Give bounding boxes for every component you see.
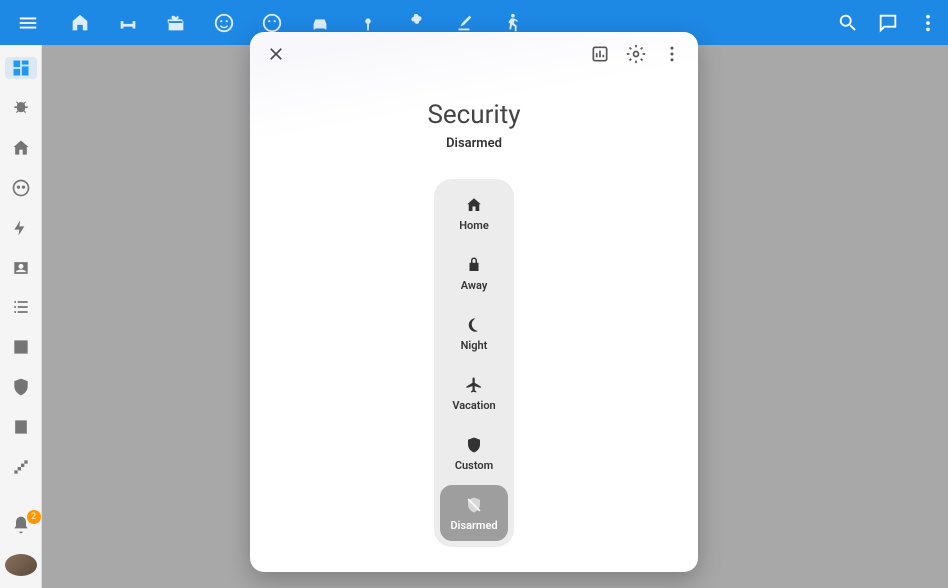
header-actions — [836, 11, 940, 35]
security-dialog: Security Disarmed Home Away Night Vacati… — [250, 32, 698, 572]
sidebar-house[interactable] — [5, 137, 37, 159]
mode-label: Disarmed — [450, 519, 497, 532]
sidebar-notifications[interactable]: 2 — [5, 514, 37, 536]
mode-vacation[interactable]: Vacation — [440, 365, 508, 421]
close-button[interactable] — [264, 42, 288, 66]
dialog-more-button[interactable] — [660, 42, 684, 66]
lock-icon — [464, 255, 484, 275]
tab-gift[interactable] — [164, 11, 188, 35]
more-button[interactable] — [916, 11, 940, 35]
mode-selector: Home Away Night Vacation Custom Disarmed — [434, 179, 514, 547]
mode-home[interactable]: Home — [440, 185, 508, 241]
sidebar-calendar[interactable] — [5, 416, 37, 438]
dialog-title: Security — [250, 100, 698, 130]
sidebar-stairs[interactable] — [5, 456, 37, 478]
sidebar-list[interactable] — [5, 297, 37, 319]
chat-button[interactable] — [876, 11, 900, 35]
tab-sofa[interactable] — [116, 11, 140, 35]
sidebar-face[interactable] — [5, 177, 37, 199]
user-avatar[interactable] — [5, 554, 37, 576]
mode-label: Away — [461, 279, 488, 292]
history-button[interactable] — [588, 42, 612, 66]
menu-button[interactable] — [8, 3, 48, 43]
left-sidebar: 2 — [0, 45, 42, 588]
mode-night[interactable]: Night — [440, 305, 508, 361]
dialog-header — [250, 32, 698, 76]
shield-icon — [464, 435, 484, 455]
notification-badge: 2 — [27, 510, 41, 524]
airplane-icon — [464, 375, 484, 395]
sidebar-chart[interactable] — [5, 336, 37, 358]
shield-off-icon — [464, 495, 484, 515]
tab-home-plus[interactable] — [68, 11, 92, 35]
mode-label: Home — [459, 219, 489, 232]
mode-label: Custom — [455, 459, 493, 472]
mode-custom[interactable]: Custom — [440, 425, 508, 481]
dialog-title-area: Security Disarmed — [250, 76, 698, 159]
mode-label: Night — [461, 339, 488, 352]
mode-away[interactable]: Away — [440, 245, 508, 301]
mode-disarmed[interactable]: Disarmed — [440, 485, 508, 541]
header-tabs — [68, 11, 524, 35]
tab-car[interactable] — [308, 11, 332, 35]
tab-face[interactable] — [260, 11, 284, 35]
mode-label: Vacation — [452, 399, 495, 412]
sidebar-shield[interactable] — [5, 376, 37, 398]
sidebar-bug[interactable] — [5, 97, 37, 119]
dialog-subtitle: Disarmed — [250, 136, 698, 151]
sidebar-contact[interactable] — [5, 257, 37, 279]
moon-icon — [464, 315, 484, 335]
sidebar-dashboard[interactable] — [5, 57, 37, 79]
tab-fan[interactable] — [356, 11, 380, 35]
settings-button[interactable] — [624, 42, 648, 66]
tab-paint[interactable] — [452, 11, 476, 35]
tab-run[interactable] — [500, 11, 524, 35]
tab-flower[interactable] — [404, 11, 428, 35]
search-button[interactable] — [836, 11, 860, 35]
home-icon — [464, 195, 484, 215]
tab-emoji[interactable] — [212, 11, 236, 35]
sidebar-energy[interactable] — [5, 217, 37, 239]
